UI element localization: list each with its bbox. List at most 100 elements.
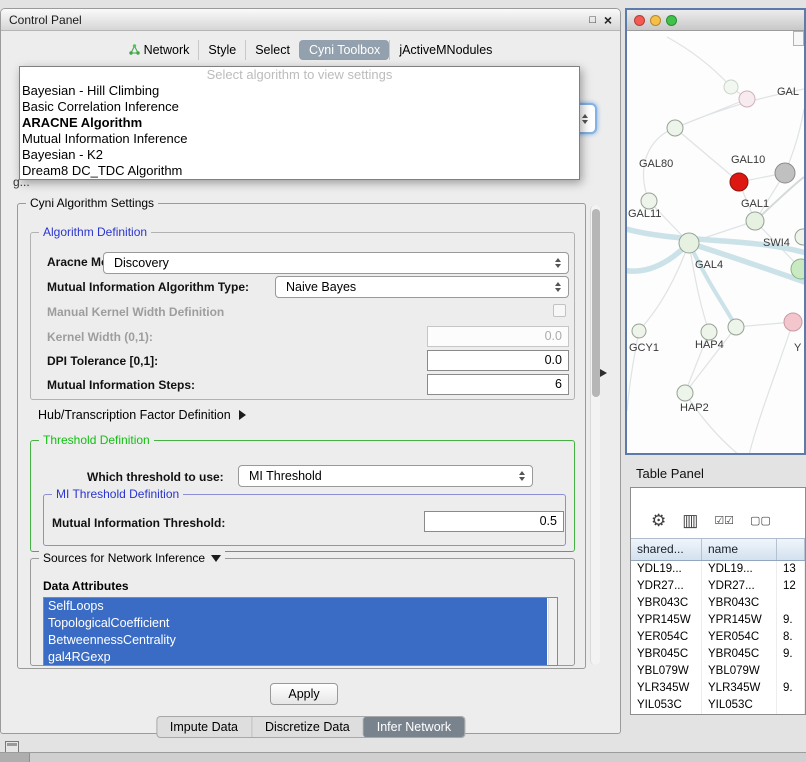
data-attribute-item[interactable]: BetweennessCentrality xyxy=(44,632,547,649)
close-traffic-light[interactable] xyxy=(634,15,645,26)
list-scrollbar[interactable] xyxy=(548,598,557,665)
table-row[interactable]: YDL19...YDL19...13 xyxy=(631,561,805,578)
algorithm-definition-group: Algorithm Definition Aracne Mode: Discov… xyxy=(30,232,575,400)
bottom-tab-infer-network[interactable]: Infer Network xyxy=(363,717,464,737)
network-node[interactable] xyxy=(728,319,744,335)
sources-toggle[interactable]: Sources for Network Inference xyxy=(39,551,225,566)
table-row[interactable]: YER054CYER054C8. xyxy=(631,629,805,646)
tab-network[interactable]: Network xyxy=(120,40,199,60)
table-cell xyxy=(777,595,805,612)
table-row[interactable]: YBR043CYBR043C xyxy=(631,595,805,612)
algorithm-option[interactable]: Mutual Information Inference xyxy=(20,131,579,147)
close-icon[interactable]: × xyxy=(604,9,612,31)
apply-button[interactable]: Apply xyxy=(270,683,338,705)
manual-kernel-checkbox xyxy=(553,304,566,317)
network-node[interactable] xyxy=(641,193,657,209)
table-row[interactable]: YPR145WYPR145W9. xyxy=(631,612,805,629)
tab-label: Cyni Toolbox xyxy=(309,42,380,58)
table-row[interactable]: YBL079WYBL079W xyxy=(631,663,805,680)
network-node[interactable] xyxy=(667,120,683,136)
table-cell: 9. xyxy=(777,646,805,663)
bottom-tab-impute-data[interactable]: Impute Data xyxy=(157,717,251,737)
table-cell: YBR045C xyxy=(631,646,702,663)
node-label: GAL1 xyxy=(741,198,769,210)
mi-threshold-title: MI Threshold Definition xyxy=(52,487,183,502)
data-attribute-item[interactable]: SelfLoops xyxy=(44,598,547,615)
network-view-window: GALGAL80GAL10GAL11GAL1SWI4GAL4GCY1HAP4HA… xyxy=(625,8,806,455)
zoom-traffic-light[interactable] xyxy=(666,15,677,26)
columns-icon[interactable]: ▥ xyxy=(682,512,698,530)
algorithm-option[interactable]: Bayesian - K2 xyxy=(20,147,579,163)
gear-icon[interactable]: ⚙ xyxy=(651,512,666,530)
kernel-width-field: 0.0 xyxy=(427,326,569,347)
chevron-updown-icon xyxy=(582,114,588,124)
table-row[interactable]: YDR27...YDR27...12 xyxy=(631,578,805,595)
table-cell: YLR345W xyxy=(702,680,777,697)
algorithm-option[interactable]: Basic Correlation Inference xyxy=(20,99,579,115)
settings-scrollbar[interactable] xyxy=(590,205,600,665)
network-node[interactable] xyxy=(739,91,755,107)
dpi-tolerance-field[interactable]: 0.0 xyxy=(427,350,569,371)
algorithm-option[interactable]: Bayesian - Hill Climbing xyxy=(20,83,579,99)
scrollbar-thumb[interactable] xyxy=(592,209,600,397)
table-row[interactable]: YLR345WYLR345W9. xyxy=(631,680,805,697)
mi-type-select[interactable]: Naive Bayes xyxy=(275,276,569,298)
bottom-tab-discretize-data[interactable]: Discretize Data xyxy=(251,717,363,737)
table-cell: YDL19... xyxy=(631,561,702,578)
network-node[interactable] xyxy=(795,229,804,245)
table-cell: YDL19... xyxy=(702,561,777,578)
cyni-settings-title: Cyni Algorithm Settings xyxy=(26,196,158,211)
data-attribute-item[interactable]: TopologicalCoefficient xyxy=(44,615,547,632)
hub-definition-toggle[interactable]: Hub/Transcription Factor Definition xyxy=(38,408,246,422)
mi-threshold-field[interactable]: 0.5 xyxy=(424,511,564,532)
table-cell: YBL079W xyxy=(702,663,777,680)
table-cell: YBR043C xyxy=(702,595,777,612)
table-row[interactable]: YIL053CYIL053C xyxy=(631,697,805,714)
network-node[interactable] xyxy=(730,173,748,191)
table-row[interactable]: YBR045CYBR045C9. xyxy=(631,646,805,663)
aracne-mode-select[interactable]: Discovery xyxy=(103,252,569,274)
select-all-icon[interactable]: ☑☑ xyxy=(714,512,734,530)
data-attribute-item[interactable]: gal4RGexp xyxy=(44,649,547,666)
network-node[interactable] xyxy=(746,212,764,230)
table-cell: 9. xyxy=(777,680,805,697)
node-label: GCY1 xyxy=(629,342,659,354)
data-attributes-list[interactable]: SelfLoopsTopologicalCoefficientBetweenne… xyxy=(43,597,558,666)
column-header[interactable] xyxy=(777,539,805,560)
table-cell: 9. xyxy=(777,612,805,629)
mi-threshold-group: MI Threshold Definition Mutual Informati… xyxy=(43,494,566,546)
network-node[interactable] xyxy=(679,233,699,253)
expand-right-icon xyxy=(239,410,246,420)
table-cell: YBR045C xyxy=(702,646,777,663)
network-scrollbar-fragment[interactable] xyxy=(793,31,804,46)
tab-cyni-toolbox[interactable]: Cyni Toolbox xyxy=(299,40,389,60)
network-node[interactable] xyxy=(775,163,795,183)
network-node[interactable] xyxy=(784,313,802,331)
column-header[interactable]: shared... xyxy=(631,539,702,560)
network-canvas[interactable]: GALGAL80GAL10GAL11GAL1SWI4GAL4GCY1HAP4HA… xyxy=(627,31,804,453)
algorithm-option[interactable]: ARACNE Algorithm xyxy=(20,115,579,131)
tab-select[interactable]: Select xyxy=(245,40,299,60)
tab-jactivemnodules[interactable]: jActiveMNodules xyxy=(389,40,501,60)
network-node[interactable] xyxy=(632,324,646,338)
tab-style[interactable]: Style xyxy=(198,40,245,60)
mi-type-label: Mutual Information Algorithm Type: xyxy=(47,280,249,294)
column-header[interactable]: name xyxy=(702,539,777,560)
deselect-all-icon[interactable]: ▢▢ xyxy=(750,512,771,530)
threshold-type-select[interactable]: MI Threshold xyxy=(238,465,533,487)
control-panel-titlebar[interactable]: Control Panel □ × xyxy=(1,9,620,31)
network-node[interactable] xyxy=(724,80,738,94)
network-node[interactable] xyxy=(701,324,717,340)
threshold-type-value: MI Threshold xyxy=(249,469,322,483)
mi-steps-field[interactable]: 6 xyxy=(427,374,569,395)
panel-collapse-icon[interactable] xyxy=(600,369,607,377)
network-node[interactable] xyxy=(677,385,693,401)
algorithm-option[interactable]: Dream8 DC_TDC Algorithm xyxy=(20,163,579,179)
table-cell: YBR043C xyxy=(631,595,702,612)
table-cell: YER054C xyxy=(702,629,777,646)
float-window-icon[interactable]: □ xyxy=(589,9,596,31)
minimize-traffic-light[interactable] xyxy=(650,15,661,26)
network-window-titlebar[interactable] xyxy=(627,10,804,31)
network-graph[interactable]: GALGAL80GAL10GAL11GAL1SWI4GAL4GCY1HAP4HA… xyxy=(627,31,804,453)
mi-type-value: Naive Bayes xyxy=(286,280,356,294)
